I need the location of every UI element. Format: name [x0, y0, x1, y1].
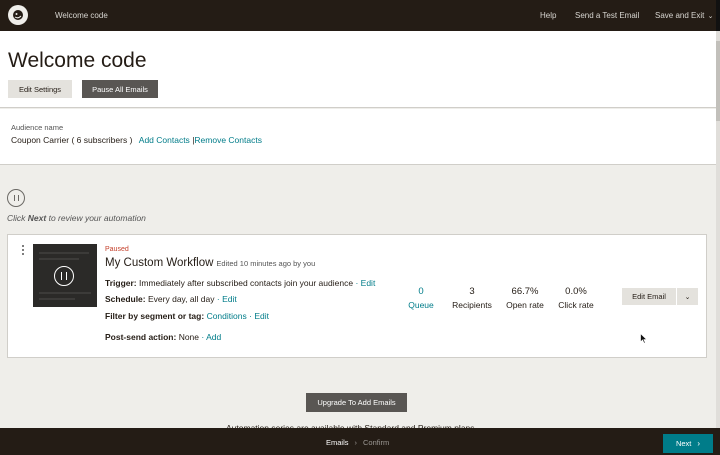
audience-value: Coupon Carrier ( 6 subscribers ) Add Con…	[11, 135, 262, 145]
stat-value: 0.0%	[565, 286, 587, 297]
stat-recipients: 3 Recipients	[442, 286, 502, 310]
trigger-label: Trigger:	[105, 278, 137, 288]
edit-email-button[interactable]: Edit Email	[622, 288, 676, 305]
next-label: Next	[675, 439, 692, 448]
remove-contacts-link[interactable]: Remove Contacts	[194, 135, 262, 145]
top-bar-edge	[716, 0, 720, 31]
schedule-value: Every day, all day	[148, 294, 215, 304]
edit-email-dropdown[interactable]: ⌄	[677, 288, 698, 305]
email-card: Paused My Custom Workflow Edited 10 minut…	[7, 234, 707, 358]
post-send-row: Post-send action: None · Add	[105, 332, 221, 342]
email-thumbnail[interactable]	[33, 244, 97, 307]
stat-label: Recipients	[452, 300, 492, 310]
edit-trigger-link[interactable]: Edit	[361, 278, 376, 288]
audience-name: Coupon Carrier ( 6 subscribers )	[11, 135, 133, 145]
next-button[interactable]: Next ›	[663, 434, 713, 453]
stat-value: 3	[469, 286, 475, 297]
review-hint-suffix: to review your automation	[46, 213, 146, 223]
mouse-cursor-icon	[640, 333, 648, 344]
separator-dot: ·	[216, 294, 220, 304]
more-options-icon[interactable]	[22, 245, 25, 256]
save-and-exit-button[interactable]: Save and Exit ⌄	[655, 11, 713, 20]
save-and-exit-label: Save and Exit	[655, 11, 705, 20]
chevron-right-icon: ›	[354, 438, 358, 447]
page-header: Welcome code Edit Settings Pause All Ema…	[0, 31, 720, 108]
separator-dot: ·	[201, 332, 205, 342]
trigger-value: Immediately after subscribed contacts jo…	[139, 278, 354, 288]
filter-row: Filter by segment or tag: Conditions · E…	[105, 311, 269, 321]
edit-settings-button[interactable]: Edit Settings	[8, 80, 72, 98]
breadcrumb: Welcome code	[55, 11, 108, 20]
edit-filter-link[interactable]: Edit	[254, 311, 269, 321]
trigger-row: Trigger: Immediately after subscribed co…	[105, 278, 375, 288]
workflow-title: My Custom Workflow Edited 10 minutes ago …	[105, 257, 315, 269]
bottom-bar: Emails › Confirm	[0, 428, 720, 455]
edit-schedule-link[interactable]: Edit	[222, 294, 237, 304]
top-bar: Welcome code Help Send a Test Email Save…	[0, 0, 720, 31]
step-confirm[interactable]: Confirm	[363, 438, 389, 447]
step-emails[interactable]: Emails	[326, 438, 349, 447]
audience-panel: Audience name Coupon Carrier ( 6 subscri…	[0, 109, 720, 165]
pause-icon[interactable]	[7, 189, 25, 207]
edited-timestamp: Edited 10 minutes ago by you	[216, 259, 316, 268]
step-progress: Emails › Confirm	[326, 438, 389, 447]
pause-all-emails-button[interactable]: Pause All Emails	[82, 80, 158, 98]
chevron-right-icon: ›	[697, 439, 701, 448]
stat-label: Click rate	[558, 300, 594, 310]
page-title: Welcome code	[8, 49, 147, 72]
mailchimp-logo-icon[interactable]	[8, 5, 28, 25]
schedule-label: Schedule:	[105, 294, 146, 304]
separator-dot: ·	[249, 311, 252, 321]
upgrade-to-add-emails-button[interactable]: Upgrade To Add Emails	[306, 393, 407, 412]
add-contacts-link[interactable]: Add Contacts	[139, 135, 190, 145]
review-hint-prefix: Click	[7, 213, 28, 223]
post-send-value: None	[178, 332, 200, 342]
chevron-down-icon: ⌄	[684, 293, 691, 301]
help-link[interactable]: Help	[540, 11, 556, 20]
filter-label: Filter by segment or tag:	[105, 311, 205, 321]
audience-label: Audience name	[11, 123, 64, 132]
status-badge: Paused	[105, 246, 129, 253]
stat-click-rate: 0.0% Click rate	[546, 286, 606, 310]
scrollbar[interactable]	[716, 31, 720, 428]
send-test-email-link[interactable]: Send a Test Email	[575, 11, 639, 20]
separator-dot: ·	[355, 278, 359, 288]
paused-icon	[54, 266, 74, 286]
workflow-name: My Custom Workflow	[105, 257, 214, 269]
add-post-send-link[interactable]: Add	[206, 332, 221, 342]
review-hint-next: Next	[27, 213, 47, 223]
post-send-label: Post-send action:	[105, 332, 177, 342]
schedule-row: Schedule: Every day, all day · Edit	[105, 294, 237, 304]
chevron-down-icon: ⌄	[707, 13, 714, 20]
review-hint: Click Next to review your automation	[7, 213, 146, 223]
scrollbar-thumb[interactable]	[716, 41, 720, 121]
conditions-link[interactable]: Conditions	[207, 311, 247, 321]
